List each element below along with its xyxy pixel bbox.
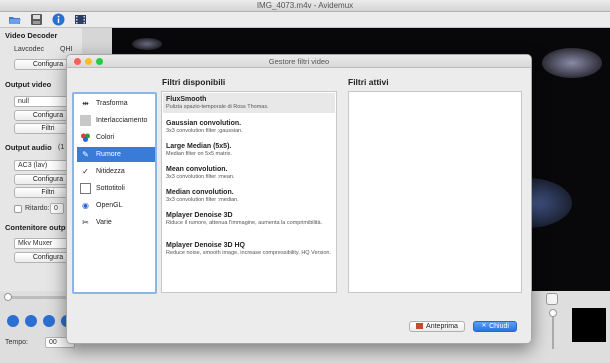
delay-checkbox[interactable] — [14, 205, 22, 213]
video-output-title: Output video — [5, 80, 52, 89]
misc-icon: ✂ — [82, 218, 89, 227]
filter-item[interactable]: Mean convolution. 3x3 convolution filter… — [163, 163, 335, 183]
decoder-codec-extra: QHI — [60, 46, 73, 53]
category-interlacciamento[interactable]: Interlacciamento — [77, 113, 155, 128]
colors-icon — [80, 132, 91, 143]
rewind-button-icon[interactable] — [25, 315, 37, 327]
close-window-icon[interactable] — [74, 58, 81, 65]
dialog-title: Gestore filtri video — [268, 57, 330, 66]
interlace-icon — [80, 115, 91, 126]
noise-icon: ✎ — [82, 150, 89, 159]
forward-button-icon[interactable] — [43, 315, 55, 327]
timeline-handle[interactable] — [4, 293, 12, 301]
subtitles-icon — [80, 183, 91, 194]
film-icon[interactable] — [74, 13, 87, 26]
audio-output-extra: (1 — [58, 144, 65, 151]
dialog-titlebar: Gestore filtri video — [67, 55, 531, 68]
main-window-titlebar: IMG_4073.m4v - Avidemux — [0, 0, 610, 12]
decoder-codec-label: Lavcodec — [14, 46, 44, 53]
preview-button[interactable]: Anteprima — [409, 321, 465, 332]
close-button[interactable]: ✕ Chiudi — [473, 321, 517, 332]
close-icon: ✕ — [481, 323, 487, 330]
active-filters-header: Filtri attivi — [348, 77, 389, 87]
window-title: IMG_4073.m4v - Avidemux — [256, 1, 354, 10]
category-trasforma[interactable]: ⇹ Trasforma — [77, 96, 155, 111]
category-rumore[interactable]: ✎ Rumore — [77, 147, 155, 162]
delay-field[interactable]: 0 — [50, 203, 64, 214]
delay-label: Ritardo: — [25, 205, 50, 212]
volume-handle[interactable] — [549, 309, 557, 317]
active-filters-list[interactable] — [348, 91, 522, 293]
category-sottotitoli[interactable]: Sottotitoli — [77, 181, 155, 196]
video-decoder-title: Video Decoder — [5, 31, 58, 40]
category-colori[interactable]: Colori — [77, 130, 155, 145]
volume-icon[interactable] — [546, 293, 558, 305]
filter-item[interactable]: FluxSmooth Pulizia spazio-temporale di R… — [163, 93, 335, 113]
video-light-small — [132, 38, 162, 50]
available-filters-list: FluxSmooth Pulizia spazio-temporale di R… — [161, 91, 337, 293]
filter-item[interactable]: Mplayer Denoise 3D Riduce il rumore, att… — [163, 209, 335, 229]
opengl-icon: ◉ — [82, 201, 89, 210]
info-icon[interactable] — [52, 13, 65, 26]
play-button-icon[interactable] — [7, 315, 19, 327]
audio-output-title: Output audio — [5, 143, 52, 152]
open-folder-icon[interactable] — [8, 13, 21, 26]
maximize-window-icon[interactable] — [96, 58, 103, 65]
save-icon[interactable] — [30, 13, 43, 26]
sharpness-icon: ✓ — [82, 167, 89, 176]
container-title: Contenitore output — [5, 223, 73, 232]
category-opengl[interactable]: ◉ OpenGL — [77, 198, 155, 213]
filter-item[interactable]: Mplayer Denoise 3D HQ Reduce noise, smoo… — [163, 239, 335, 259]
category-nitidezza[interactable]: ✓ Nitidezza — [77, 164, 155, 179]
filter-item[interactable]: Gaussian convolution. 3x3 convolution fi… — [163, 117, 335, 137]
audio-meter — [572, 308, 606, 342]
preview-icon — [416, 323, 424, 330]
minimize-window-icon[interactable] — [85, 58, 92, 65]
category-varie[interactable]: ✂ Varie — [77, 215, 155, 230]
available-filters-header: Filtri disponibili — [162, 77, 226, 87]
filter-manager-dialog: Gestore filtri video Filtri disponibili … — [66, 54, 532, 344]
transform-icon: ⇹ — [82, 99, 89, 108]
filter-item[interactable]: Median convolution. 3x3 convolution filt… — [163, 186, 335, 206]
main-toolbar — [0, 12, 610, 28]
filter-item[interactable]: Large Median (5x5). Median filter on 5x5… — [163, 140, 335, 160]
time-label: Tempo: — [5, 339, 28, 346]
video-light-spot — [542, 48, 602, 78]
category-list: ⇹ Trasforma Interlacciamento Colori ✎ Ru… — [72, 92, 157, 294]
